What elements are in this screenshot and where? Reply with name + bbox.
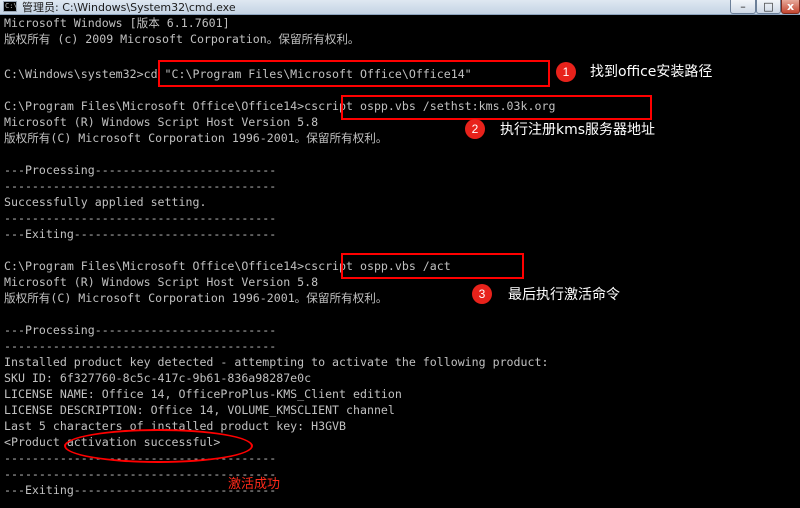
console-line: --------------------------------------- — [4, 179, 277, 193]
step-2-badge: 2 — [465, 119, 485, 139]
console-line: 版权所有(C) Microsoft Corporation 1996-2001。… — [4, 291, 388, 305]
step-1-note: 找到office安装路径 — [590, 64, 713, 80]
minimize-button[interactable]: – — [730, 0, 756, 14]
window-title: 管理员: C:\Windows\System32\cmd.exe — [22, 1, 236, 14]
cmd-app-icon[interactable]: C:\ — [3, 1, 18, 12]
activation-success-note: 激活成功 — [228, 477, 281, 492]
console-line: Microsoft (R) Windows Script Host Versio… — [4, 275, 319, 289]
cd-command-highlight-box — [158, 60, 550, 87]
act-command-highlight-box — [341, 253, 524, 279]
console-line: LICENSE DESCRIPTION: Office 14, VOLUME_K… — [4, 403, 395, 417]
step-3-note: 最后执行激活命令 — [508, 287, 620, 303]
console-line: --------------------------------------- — [4, 211, 277, 225]
console-line: Successfully applied setting. — [4, 195, 207, 209]
console-line: ---Exiting----------------------------- — [4, 227, 277, 241]
maximize-button[interactable]: □ — [756, 0, 781, 14]
step-3-badge: 3 — [472, 284, 492, 304]
console-line: Microsoft (R) Windows Script Host Versio… — [4, 115, 319, 129]
activation-success-highlight-ellipse — [64, 429, 253, 463]
console-line: --------------------------------------- — [4, 339, 277, 353]
console-line: 版权所有(C) Microsoft Corporation 1996-2001。… — [4, 131, 388, 145]
close-button[interactable]: x — [781, 0, 800, 14]
sethst-command-highlight-box — [341, 95, 652, 120]
console-line: LICENSE NAME: Office 14, OfficeProPlus-K… — [4, 387, 402, 401]
console-line: Microsoft Windows [版本 6.1.7601] — [4, 16, 230, 30]
step-1-badge: 1 — [556, 62, 576, 82]
console-line: SKU ID: 6f327760-8c5c-417c-9b61-836a9828… — [4, 371, 312, 385]
console-line: Installed product key detected - attempt… — [4, 355, 549, 369]
console-line: 版权所有 (c) 2009 Microsoft Corporation。保留所有… — [4, 32, 360, 46]
console-line: ---Processing-------------------------- — [4, 323, 277, 337]
console-line: ---Processing-------------------------- — [4, 163, 277, 177]
window-titlebar[interactable]: C:\ 管理员: C:\Windows\System32\cmd.exe – □… — [0, 0, 800, 15]
step-2-note: 执行注册kms服务器地址 — [500, 122, 656, 138]
